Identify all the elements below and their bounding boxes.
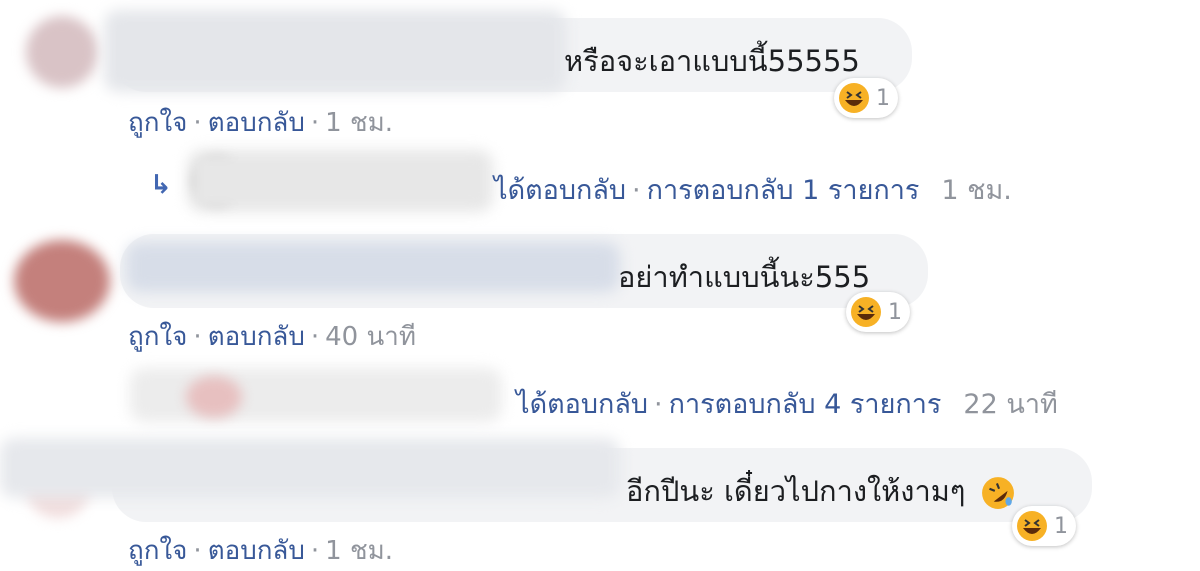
like-link[interactable]: ถูกใจ	[128, 322, 187, 352]
reply-link[interactable]: ตอบกลับ	[208, 536, 305, 566]
commenter-name-blurred[interactable]	[104, 10, 566, 92]
timestamp[interactable]: 1 ชม.	[325, 108, 393, 138]
comment-text: อีกปีนะ เดี๋ยวไปกางให้งามๆ	[626, 468, 1015, 514]
comment-actions: ถูกใจ · ตอบกลับ · 1 ชม.	[128, 108, 393, 138]
avatar[interactable]	[14, 240, 110, 322]
reaction-count: 1	[888, 299, 902, 325]
reply-link[interactable]: ตอบกลับ	[208, 322, 305, 352]
reply-avatar[interactable]	[186, 376, 242, 418]
reaction-badge[interactable]: 1	[1012, 506, 1076, 546]
haha-icon	[851, 297, 881, 327]
comment-actions: ถูกใจ · ตอบกลับ · 1 ชม.	[128, 536, 393, 566]
reaction-badge[interactable]: 1	[834, 78, 898, 118]
comment-text: หรือจะเอาแบบนี้55555	[564, 44, 860, 78]
haha-icon	[1017, 511, 1047, 541]
reply-link[interactable]: ตอบกลับ	[208, 108, 305, 138]
like-link[interactable]: ถูกใจ	[128, 108, 187, 138]
view-replies-link[interactable]: ได้ตอบกลับ · การตอบกลับ 4 รายการ 22 นาที	[516, 382, 1058, 425]
reaction-count: 1	[1054, 513, 1068, 539]
timestamp[interactable]: 40 นาที	[325, 322, 416, 352]
view-replies-link[interactable]: ได้ตอบกลับ · การตอบกลับ 1 รายการ 1 ชม.	[494, 168, 1012, 211]
haha-icon	[839, 83, 869, 113]
reaction-badge[interactable]: 1	[846, 292, 910, 332]
comment-text: อย่าทำแบบนี้นะ555	[618, 260, 871, 294]
rofl-emoji-icon	[981, 477, 1014, 509]
comment-actions: ถูกใจ · ตอบกลับ · 40 นาที	[128, 322, 417, 352]
timestamp[interactable]: 1 ชม.	[325, 536, 393, 566]
avatar[interactable]	[26, 16, 98, 88]
reply-arrow-icon: ↳	[150, 170, 172, 200]
reaction-count: 1	[876, 85, 890, 111]
commenter-name-blurred[interactable]	[126, 242, 620, 292]
replier-name-blurred[interactable]	[188, 150, 493, 212]
like-link[interactable]: ถูกใจ	[128, 536, 187, 566]
commenter-name-blurred[interactable]	[0, 438, 620, 498]
